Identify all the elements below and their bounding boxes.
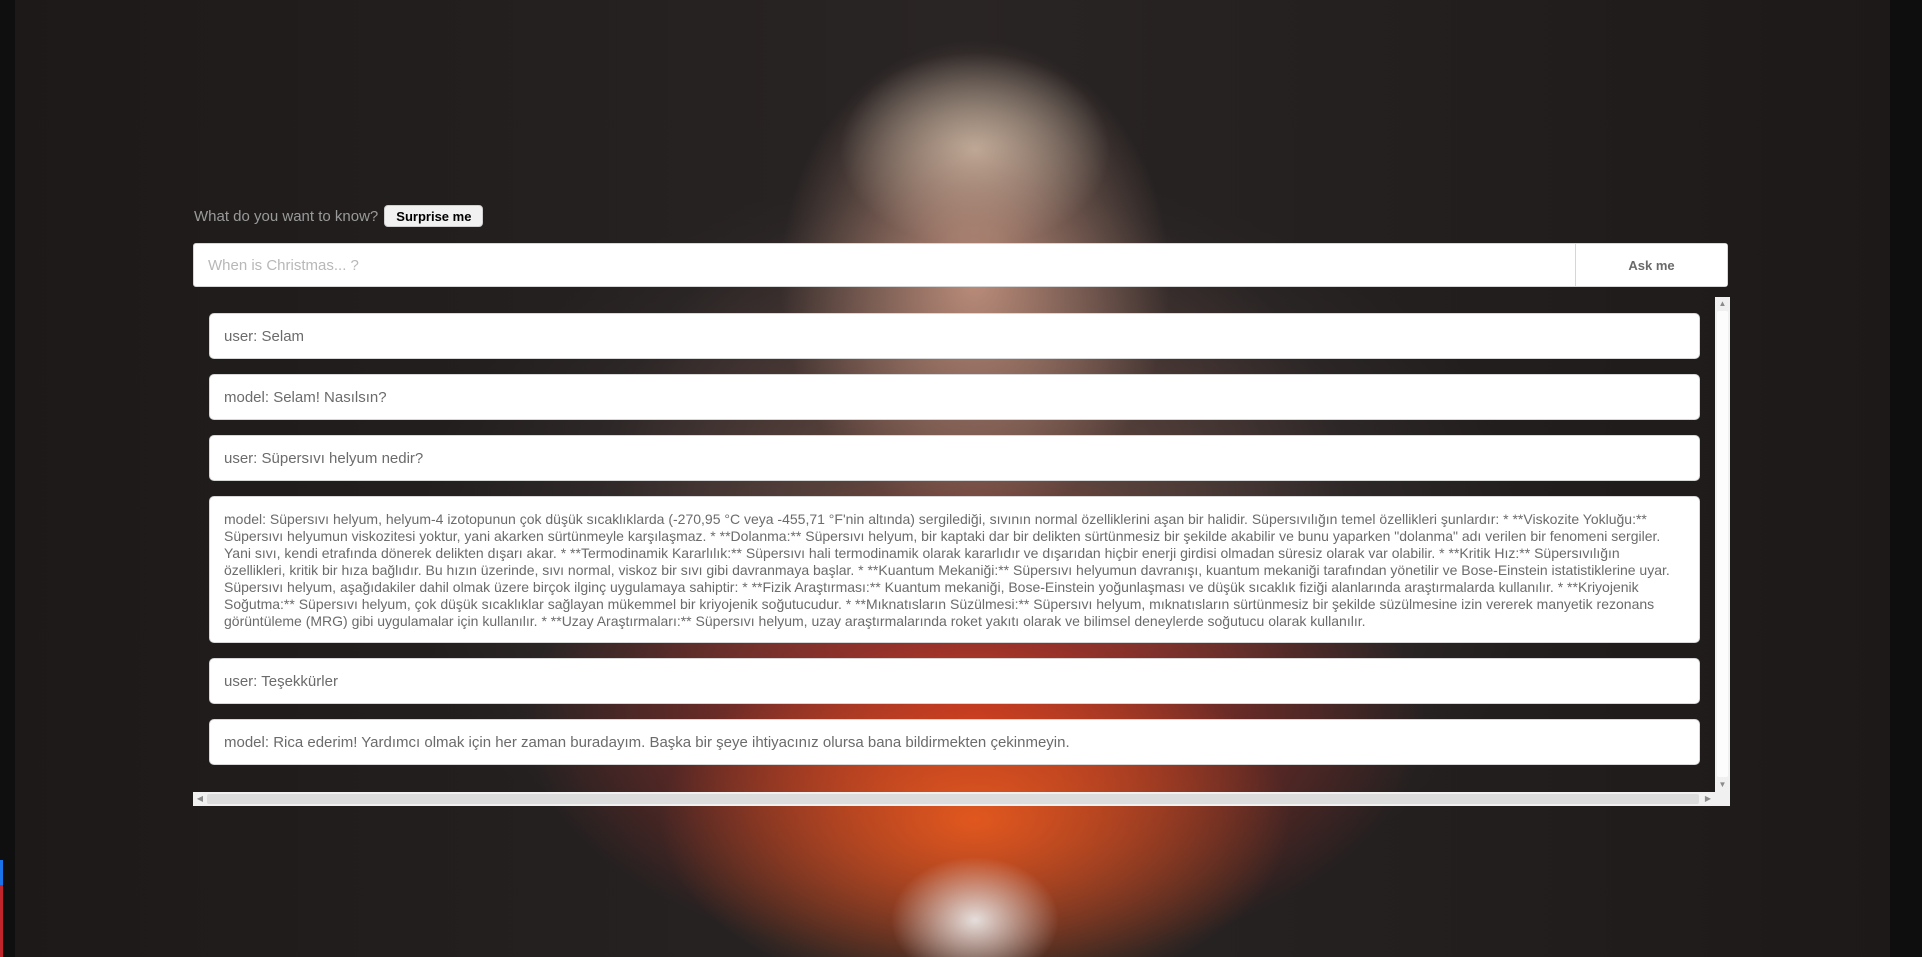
- chat-message-user: user: Süpersıvı helyum nedir?: [209, 435, 1700, 481]
- ask-me-button[interactable]: Ask me: [1575, 244, 1727, 286]
- edge-indicator-blue: [0, 860, 3, 885]
- horizontal-scrollbar[interactable]: ◀ ▶: [193, 792, 1730, 806]
- chat-message-user: user: Selam: [209, 313, 1700, 359]
- horizontal-scroll-thumb[interactable]: [207, 794, 1699, 804]
- scroll-up-arrow-icon[interactable]: ▲: [1715, 297, 1730, 311]
- prompt-label: What do you want to know?: [194, 207, 379, 225]
- scroll-down-arrow-icon[interactable]: ▼: [1715, 778, 1730, 792]
- chat-history-panel[interactable]: user: Selam model: Selam! Nasılsın? user…: [193, 297, 1730, 807]
- vertical-scroll-thumb[interactable]: [1717, 311, 1728, 777]
- question-input[interactable]: [194, 244, 1575, 286]
- chat-message-model: model: Selam! Nasılsın?: [209, 374, 1700, 420]
- surprise-me-button[interactable]: Surprise me: [384, 205, 484, 227]
- right-edge: [1890, 0, 1922, 957]
- left-edge: [0, 0, 15, 957]
- ask-form: Ask me: [193, 243, 1728, 287]
- prompt-row: What do you want to know? Surprise me: [194, 204, 484, 228]
- scroll-right-arrow-icon[interactable]: ▶: [1701, 792, 1715, 806]
- edge-indicator-red: [0, 885, 3, 957]
- chat-message-model: model: Süpersıvı helyum, helyum-4 izotop…: [209, 496, 1700, 643]
- chat-message-model: model: Rica ederim! Yardımcı olmak için …: [209, 719, 1700, 765]
- vertical-scrollbar[interactable]: ▲ ▼: [1715, 297, 1730, 792]
- scroll-left-arrow-icon[interactable]: ◀: [193, 792, 207, 806]
- chat-list: user: Selam model: Selam! Nasılsın? user…: [209, 313, 1700, 780]
- chat-message-user: user: Teşekkürler: [209, 658, 1700, 704]
